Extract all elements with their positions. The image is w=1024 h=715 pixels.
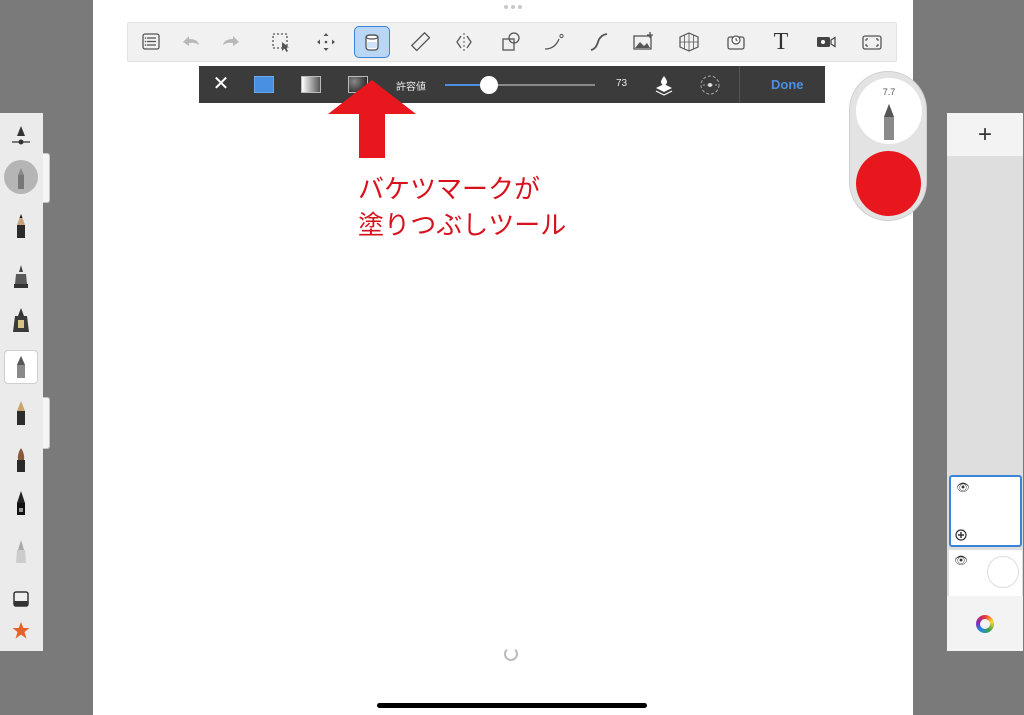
favorite-star-icon[interactable]: [6, 616, 36, 646]
close-button[interactable]: ✕: [211, 74, 231, 94]
redo-icon[interactable]: [213, 26, 249, 58]
tolerance-value: 73: [616, 78, 628, 89]
image-import-icon[interactable]: [625, 26, 661, 58]
selected-brush-icon[interactable]: [4, 350, 38, 384]
brush-puck[interactable]: 7.7: [849, 71, 927, 221]
divider: [739, 66, 740, 103]
fountain-pen-icon[interactable]: [6, 398, 36, 428]
record-icon[interactable]: [808, 26, 844, 58]
layer-active[interactable]: 👁: [949, 475, 1022, 547]
fill-options-bar: ✕ 許容値 73 Done: [199, 66, 825, 103]
home-indicator[interactable]: [377, 703, 647, 708]
flipbook-icon[interactable]: [718, 26, 754, 58]
shape-icon[interactable]: [493, 26, 529, 58]
marker-brush-icon[interactable]: [6, 305, 36, 335]
done-button[interactable]: Done: [771, 77, 804, 92]
current-brush-icon: [884, 104, 894, 140]
color-wheel-icon[interactable]: [976, 615, 994, 633]
selection-tool-icon[interactable]: [263, 26, 299, 58]
brush-settings-icon[interactable]: [6, 121, 36, 151]
drawing-canvas[interactable]: [93, 0, 913, 715]
menu-list-icon[interactable]: [133, 26, 169, 58]
add-layer-button[interactable]: +: [947, 113, 1023, 156]
undo-icon[interactable]: [173, 26, 209, 58]
paper-color-circle[interactable]: [987, 556, 1019, 588]
visibility-eye-icon[interactable]: 👁: [954, 554, 968, 567]
fill-bucket-icon: [365, 34, 379, 51]
brush-size-control[interactable]: 7.7: [856, 78, 922, 144]
symmetry-icon[interactable]: [446, 26, 482, 58]
sample-layers-icon[interactable]: [652, 73, 676, 97]
brush-panel-tab-top[interactable]: [43, 153, 50, 203]
eraser-icon[interactable]: [6, 585, 36, 615]
layer-options-icon[interactable]: [955, 529, 967, 541]
ink-brush-icon[interactable]: [6, 488, 36, 518]
annotation-line-2: 塗りつぶしツール: [358, 210, 567, 240]
fill-link-icon[interactable]: [698, 73, 722, 97]
loading-spinner-icon: [504, 647, 518, 661]
ruler-icon[interactable]: [403, 26, 439, 58]
fullscreen-icon[interactable]: [854, 26, 890, 58]
fill-solid-mode-icon[interactable]: [254, 76, 274, 93]
ballpoint-pen-icon[interactable]: [6, 261, 36, 291]
layer-panel: + 👁 👁: [947, 113, 1023, 651]
annotation-text: バケツマークが 塗りつぶしツール: [358, 171, 566, 243]
brush-size-value: 7.7: [882, 87, 896, 97]
brush-palette: [0, 113, 43, 651]
airbrush-icon[interactable]: [4, 160, 38, 194]
transform-move-icon[interactable]: [308, 26, 344, 58]
fill-linear-gradient-icon[interactable]: [301, 76, 321, 93]
layer-panel-footer: [947, 596, 1023, 651]
brush-panel-tab-bottom[interactable]: [43, 397, 50, 449]
annotation-arrow: [328, 80, 416, 158]
visibility-eye-icon[interactable]: 👁: [956, 481, 970, 494]
main-toolbar: T: [127, 22, 897, 62]
tolerance-slider-handle[interactable]: [479, 76, 498, 94]
layer-paper[interactable]: 👁: [949, 550, 1022, 596]
stroke-icon[interactable]: [581, 26, 617, 58]
pencil-brush-icon[interactable]: [6, 211, 36, 241]
perspective-grid-icon[interactable]: [671, 26, 707, 58]
text-tool-icon[interactable]: T: [763, 26, 799, 58]
tolerance-slider[interactable]: [445, 84, 595, 86]
fill-bucket-button[interactable]: [354, 26, 390, 58]
grabber-handle[interactable]: [504, 5, 522, 11]
annotation-line-1: バケツマークが: [358, 174, 541, 204]
color-swatch[interactable]: [856, 151, 921, 216]
paint-brush-icon[interactable]: [6, 445, 36, 475]
curve-icon[interactable]: [536, 26, 572, 58]
blender-brush-icon[interactable]: [6, 536, 36, 566]
